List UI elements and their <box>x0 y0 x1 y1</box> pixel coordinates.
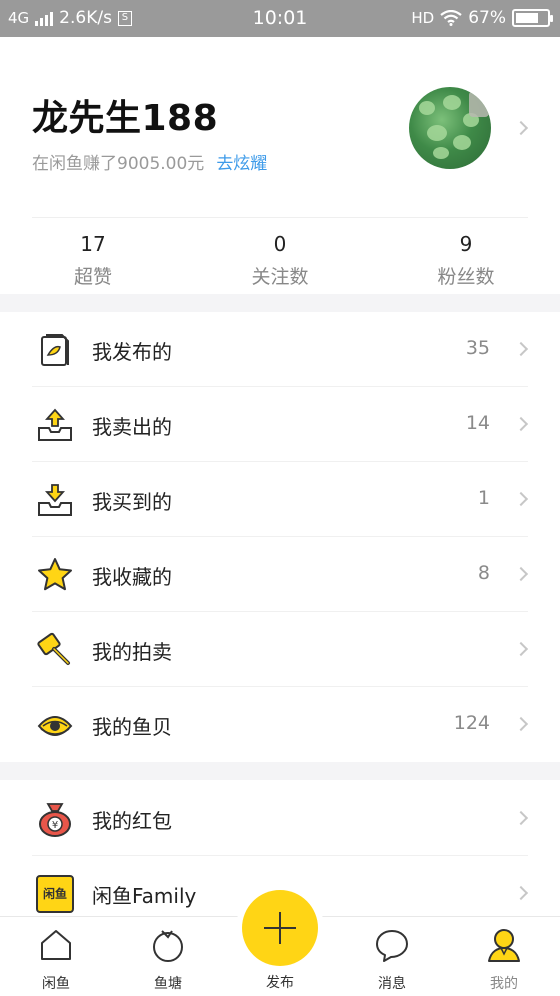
stat-likes-count: 17 <box>80 232 106 256</box>
profile-header[interactable]: 龙先生188 在闲鱼赚了9005.00元 去炫耀 <box>0 37 560 217</box>
status-bar: 4G 2.6K/s S 10:01 HD 67% <box>0 0 560 37</box>
publish-label: 发布 <box>266 975 294 991</box>
hd-indicator: HD <box>411 9 435 27</box>
tab-pond[interactable]: 鱼塘 <box>112 917 224 996</box>
menu-item-bought[interactable]: 我买到的 1 <box>0 462 560 537</box>
menu-label: 我卖出的 <box>92 415 172 439</box>
earnings-text: 在闲鱼赚了9005.00元 去炫耀 <box>32 149 267 174</box>
battery-percent: 67% <box>468 8 506 28</box>
menu-count: 124 <box>453 712 490 734</box>
section-gap <box>0 294 560 312</box>
profile-chevron-icon <box>513 120 529 136</box>
bought-icon <box>38 484 72 516</box>
stat-following[interactable]: 0 关注数 <box>200 232 360 289</box>
star-icon <box>38 558 72 591</box>
menu-item-auction[interactable]: 我的拍卖 <box>0 612 560 687</box>
stat-likes[interactable]: 17 超赞 <box>13 232 173 289</box>
wifi-icon <box>440 10 462 26</box>
tab-label: 消息 <box>378 976 406 992</box>
stat-fans[interactable]: 9 粉丝数 <box>386 232 546 289</box>
menu-label: 我发布的 <box>92 340 172 364</box>
chevron-right-icon <box>513 566 529 582</box>
section-gap <box>0 762 560 780</box>
red-packet-icon: ¥ <box>39 803 71 837</box>
chevron-right-icon <box>513 641 529 657</box>
shell-icon <box>37 716 73 736</box>
chevron-right-icon <box>513 810 529 826</box>
menu-label: 我的拍卖 <box>92 640 172 664</box>
stat-fans-count: 9 <box>459 232 473 256</box>
auction-hammer-icon <box>37 632 70 665</box>
menu-count: 35 <box>465 337 490 359</box>
menu-label: 闲鱼Family <box>92 884 197 908</box>
tab-home[interactable]: 闲鱼 <box>0 917 112 996</box>
family-icon: 闲鱼 <box>36 875 74 913</box>
stat-following-label: 关注数 <box>251 266 309 288</box>
chevron-right-icon <box>513 885 529 901</box>
tab-mine[interactable]: 我的 <box>448 917 560 996</box>
menu-label: 我的红包 <box>92 809 172 833</box>
tab-label: 我的 <box>490 976 518 992</box>
home-icon <box>41 930 71 960</box>
stats-bar: 17 超赞 0 关注数 9 粉丝数 <box>0 218 560 294</box>
menu-label: 我买到的 <box>92 490 172 514</box>
menu-count: 8 <box>477 562 490 584</box>
menu-item-fish-shell[interactable]: 我的鱼贝 124 <box>0 687 560 762</box>
message-bubble-icon <box>376 930 408 962</box>
menu-item-favorites[interactable]: 我收藏的 8 <box>0 537 560 612</box>
tab-messages[interactable]: 消息 <box>336 917 448 996</box>
stat-likes-label: 超赞 <box>73 266 112 288</box>
battery-icon <box>512 9 553 27</box>
chevron-right-icon <box>513 716 529 732</box>
stat-fans-label: 粉丝数 <box>437 266 495 288</box>
pond-icon <box>153 930 183 962</box>
menu-count: 1 <box>477 487 490 509</box>
chevron-right-icon <box>513 341 529 357</box>
show-off-link[interactable]: 去炫耀 <box>216 154 267 174</box>
user-icon <box>488 929 520 962</box>
stat-following-count: 0 <box>273 232 287 256</box>
sold-icon <box>38 408 72 441</box>
publish-button[interactable] <box>242 890 318 966</box>
menu-item-sold[interactable]: 我卖出的 14 <box>0 387 560 462</box>
menu-label: 我的鱼贝 <box>92 715 172 739</box>
menu-label: 我收藏的 <box>92 565 172 589</box>
user-name: 龙先生188 <box>32 98 219 139</box>
menu-count: 14 <box>465 412 490 434</box>
svg-text:¥: ¥ <box>52 820 58 831</box>
menu-item-red-packet[interactable]: ¥ 我的红包 <box>0 781 560 856</box>
menu-item-published[interactable]: 我发布的 35 <box>0 312 560 387</box>
chevron-right-icon <box>513 491 529 507</box>
avatar[interactable] <box>409 87 491 169</box>
tab-label: 鱼塘 <box>154 976 182 992</box>
tab-label: 闲鱼 <box>42 976 70 992</box>
chevron-right-icon <box>513 416 529 432</box>
earned-amount: 在闲鱼赚了9005.00元 <box>32 154 205 174</box>
published-icon <box>41 334 69 366</box>
